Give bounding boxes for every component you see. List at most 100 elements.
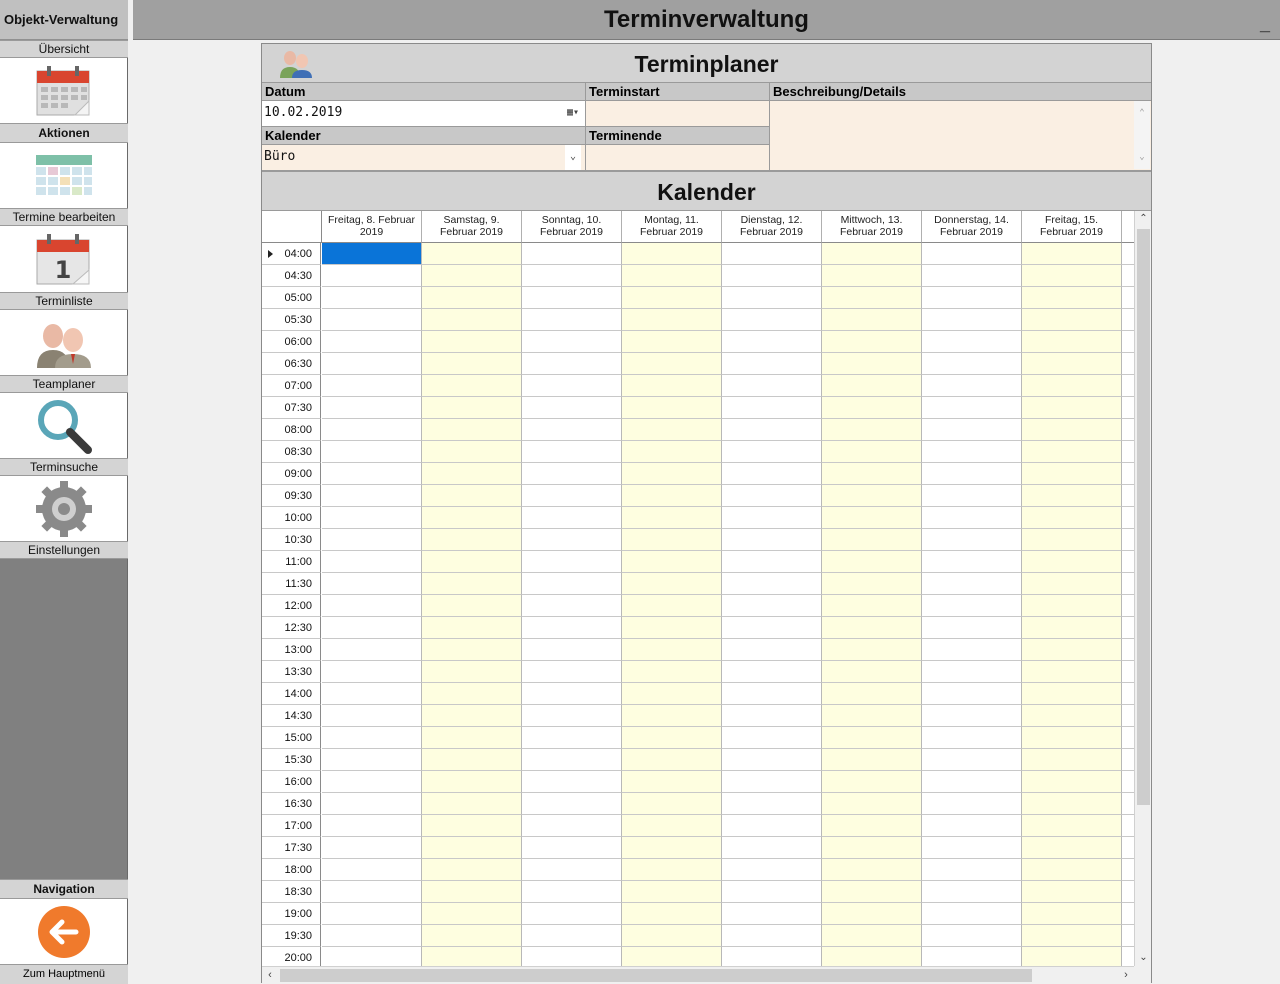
calendar-cell[interactable] [922, 617, 1022, 639]
calendar-cell-partial[interactable] [1122, 727, 1134, 749]
calendar-cell[interactable] [522, 419, 622, 441]
calendar-cell[interactable] [522, 815, 622, 837]
calendar-cell[interactable] [422, 551, 522, 573]
calendar-cell[interactable] [922, 881, 1022, 903]
calendar-cell[interactable] [1022, 573, 1122, 595]
calendar-cell[interactable] [622, 705, 722, 727]
calendar-cell[interactable] [1022, 529, 1122, 551]
calendar-cell[interactable] [422, 529, 522, 551]
calendar-cell[interactable] [622, 925, 722, 947]
calendar-cell[interactable] [422, 419, 522, 441]
calendar-cell[interactable] [522, 683, 622, 705]
calendar-cell-partial[interactable] [1122, 925, 1134, 947]
calendar-cell[interactable] [822, 397, 922, 419]
calendar-cell[interactable] [522, 859, 622, 881]
calendar-cell-partial[interactable] [1122, 353, 1134, 375]
sidebar-item-termine-bearbeiten[interactable] [0, 143, 127, 208]
calendar-cell[interactable] [322, 375, 422, 397]
calendar-cell[interactable] [722, 397, 822, 419]
calendar-cell[interactable] [522, 265, 622, 287]
calendar-cell[interactable] [422, 617, 522, 639]
calendar-cell[interactable] [422, 639, 522, 661]
calendar-cell[interactable] [622, 441, 722, 463]
calendar-cell[interactable] [722, 507, 822, 529]
chevron-down-icon[interactable]: ⌄ [565, 145, 581, 170]
horizontal-scroll-thumb[interactable] [280, 969, 1032, 982]
calendar-cell[interactable] [722, 551, 822, 573]
calendar-cell[interactable] [622, 375, 722, 397]
calendar-cell[interactable] [622, 727, 722, 749]
calendar-cell[interactable] [822, 683, 922, 705]
calendar-cell[interactable] [1022, 441, 1122, 463]
calendar-cell-partial[interactable] [1122, 287, 1134, 309]
calendar-cell[interactable] [522, 441, 622, 463]
sidebar-item-einstellungen[interactable] [0, 476, 127, 541]
calendar-cell[interactable] [522, 837, 622, 859]
calendar-cell[interactable] [1022, 837, 1122, 859]
calendar-cell[interactable] [922, 243, 1022, 265]
horizontal-scrollbar[interactable]: ‹ › [262, 966, 1134, 983]
calendar-cell[interactable] [722, 661, 822, 683]
calendar-cell[interactable] [1022, 925, 1122, 947]
scroll-up-icon[interactable]: ⌃ [1134, 101, 1150, 125]
calendar-cell[interactable] [422, 683, 522, 705]
calendar-cell[interactable] [522, 463, 622, 485]
calendar-cell[interactable] [1022, 243, 1122, 265]
calendar-cell[interactable] [322, 595, 422, 617]
calendar-cell[interactable] [922, 661, 1022, 683]
calendar-cell[interactable] [522, 903, 622, 925]
calendar-cell[interactable] [422, 243, 522, 265]
calendar-cell-partial[interactable] [1122, 815, 1134, 837]
calendar-cell[interactable] [422, 661, 522, 683]
calendar-cell[interactable] [522, 507, 622, 529]
calendar-cell[interactable] [1022, 265, 1122, 287]
calendar-cell-partial[interactable] [1122, 485, 1134, 507]
calendar-cell-partial[interactable] [1122, 375, 1134, 397]
calendar-cell-partial[interactable] [1122, 771, 1134, 793]
calendar-cell[interactable] [722, 771, 822, 793]
calendar-cell[interactable] [522, 485, 622, 507]
calendar-cell[interactable] [622, 639, 722, 661]
calendar-cell[interactable] [1022, 771, 1122, 793]
calendar-cell-partial[interactable] [1122, 837, 1134, 859]
calendar-cell[interactable] [822, 507, 922, 529]
calendar-cell[interactable] [622, 903, 722, 925]
calendar-cell[interactable] [822, 529, 922, 551]
calendar-cell[interactable] [922, 485, 1022, 507]
calendar-cell[interactable] [622, 309, 722, 331]
calendar-cell[interactable] [422, 441, 522, 463]
calendar-cell[interactable] [1022, 903, 1122, 925]
calendar-cell[interactable] [922, 529, 1022, 551]
calendar-cell[interactable] [622, 837, 722, 859]
calendar-cell[interactable] [822, 617, 922, 639]
calendar-cell[interactable] [322, 441, 422, 463]
calendar-cell[interactable] [822, 925, 922, 947]
calendar-cell[interactable] [722, 749, 822, 771]
calendar-cell-partial[interactable] [1122, 749, 1134, 771]
calendar-cell[interactable] [822, 903, 922, 925]
calendar-cell[interactable] [722, 683, 822, 705]
calendar-cell[interactable] [322, 331, 422, 353]
calendar-cell[interactable] [422, 397, 522, 419]
calendar-cell[interactable] [1022, 419, 1122, 441]
calendar-cell[interactable] [422, 265, 522, 287]
calendar-cell[interactable] [722, 463, 822, 485]
calendar-cell[interactable] [622, 771, 722, 793]
calendar-cell[interactable] [722, 837, 822, 859]
calendar-cell[interactable] [722, 243, 822, 265]
calendar-cell[interactable] [622, 947, 722, 966]
calendar-cell[interactable] [522, 309, 622, 331]
calendar-cell[interactable] [422, 287, 522, 309]
calendar-cell[interactable] [422, 837, 522, 859]
calendar-cell[interactable] [922, 749, 1022, 771]
calendar-cell[interactable] [522, 925, 622, 947]
calendar-cell-partial[interactable] [1122, 265, 1134, 287]
calendar-cell[interactable] [922, 793, 1022, 815]
calendar-cell[interactable] [1022, 595, 1122, 617]
calendar-cell-partial[interactable] [1122, 441, 1134, 463]
calendar-cell[interactable] [622, 397, 722, 419]
calendar-cell[interactable] [822, 375, 922, 397]
calendar-cell[interactable] [722, 573, 822, 595]
calendar-cell[interactable] [822, 771, 922, 793]
calendar-cell[interactable] [722, 925, 822, 947]
